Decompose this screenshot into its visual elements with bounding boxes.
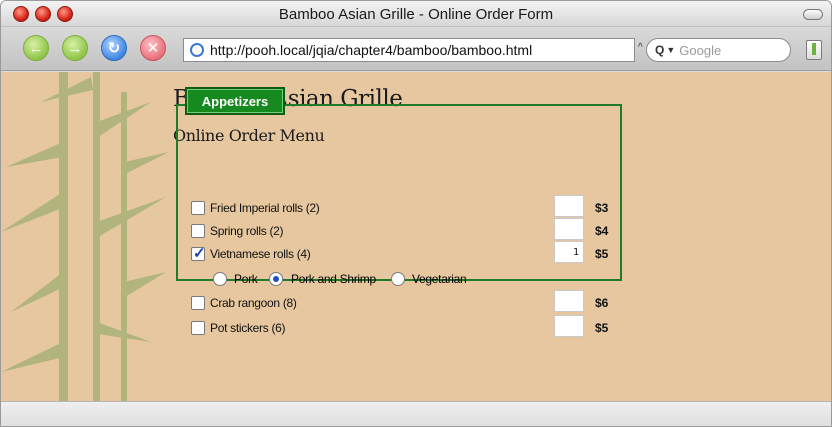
item-label: Vietnamese rolls (4) (210, 247, 311, 261)
search-icon[interactable]: Q (655, 43, 664, 57)
item-label: Fried Imperial rolls (2) (210, 201, 320, 215)
quantity-field[interactable] (554, 218, 584, 240)
quantity-field[interactable] (554, 195, 584, 217)
item-checkbox[interactable] (191, 296, 205, 310)
back-arrow-icon: ← (28, 39, 44, 57)
address-bar[interactable]: http://pooh.local/jqia/chapter4/bamboo/b… (183, 38, 635, 62)
url-history-chevron-icon[interactable]: ^ (638, 42, 643, 53)
item-label: Crab rangoon (8) (210, 296, 297, 310)
reload-button[interactable]: ↻ (101, 35, 127, 61)
item-label: Pot stickers (6) (210, 321, 286, 335)
window-title: Bamboo Asian Grille - Online Order Form (278, 6, 554, 23)
item-price: $3 (595, 201, 609, 215)
option-label: Vegetarian (412, 272, 467, 286)
menu-item-row: Crab rangoon (8) $6 (191, 290, 621, 313)
item-price: $4 (595, 224, 609, 238)
item-checkbox[interactable] (191, 224, 205, 238)
quantity-field[interactable]: 1 (554, 241, 584, 263)
search-engine-dropdown-icon[interactable]: ▼ (666, 45, 675, 55)
option-radio-pork[interactable] (213, 272, 227, 286)
item-price: $5 (595, 247, 609, 261)
globe-icon (190, 43, 204, 57)
quantity-field[interactable] (554, 315, 584, 337)
option-label: Pork and Shrimp (291, 272, 376, 286)
search-field[interactable]: Q ▼ Google (646, 38, 791, 62)
menu-item-row: Fried Imperial rolls (2) $3 (191, 195, 621, 218)
item-checkbox[interactable] (191, 321, 205, 335)
item-checkbox[interactable] (191, 244, 206, 262)
item-price: $5 (595, 321, 609, 335)
browser-toolbar: ← → ↻ ✕ http://pooh.local/jqia/chapter4/… (1, 27, 831, 71)
toolbar-toggle-button[interactable] (803, 9, 823, 20)
menu-item-row: Spring rolls (2) $4 (191, 218, 621, 241)
filling-options: Pork Pork and Shrimp Vegetarian (213, 270, 513, 288)
stop-button[interactable]: ✕ (140, 35, 166, 61)
option-label: Pork (234, 272, 258, 286)
url-text[interactable]: http://pooh.local/jqia/chapter4/bamboo/b… (210, 42, 532, 58)
menu-item-row: Pot stickers (6) $5 (191, 315, 621, 338)
item-price: $6 (595, 296, 609, 310)
item-checkbox[interactable] (191, 201, 205, 215)
appetizers-legend: Appetizers (185, 87, 285, 115)
status-bar (1, 401, 831, 426)
search-placeholder: Google (679, 42, 722, 58)
browser-window: Bamboo Asian Grille - Online Order Form … (0, 0, 832, 427)
back-button[interactable]: ← (23, 35, 49, 61)
forward-button[interactable]: → (62, 35, 88, 61)
option-radio-pork-and-shrimp[interactable] (269, 272, 283, 286)
option-radio-vegetarian[interactable] (391, 272, 405, 286)
stop-icon: ✕ (146, 40, 160, 57)
title-bar: Bamboo Asian Grille - Online Order Form (1, 1, 831, 27)
forward-arrow-icon: → (67, 39, 83, 57)
menu-item-row: Vietnamese rolls (4) 1 $5 (191, 241, 621, 264)
item-label: Spring rolls (2) (210, 224, 284, 238)
bookmark-icon[interactable] (806, 40, 822, 60)
bamboo-decoration (1, 72, 169, 401)
reload-icon: ↻ (107, 40, 121, 57)
quantity-field[interactable] (554, 290, 584, 312)
